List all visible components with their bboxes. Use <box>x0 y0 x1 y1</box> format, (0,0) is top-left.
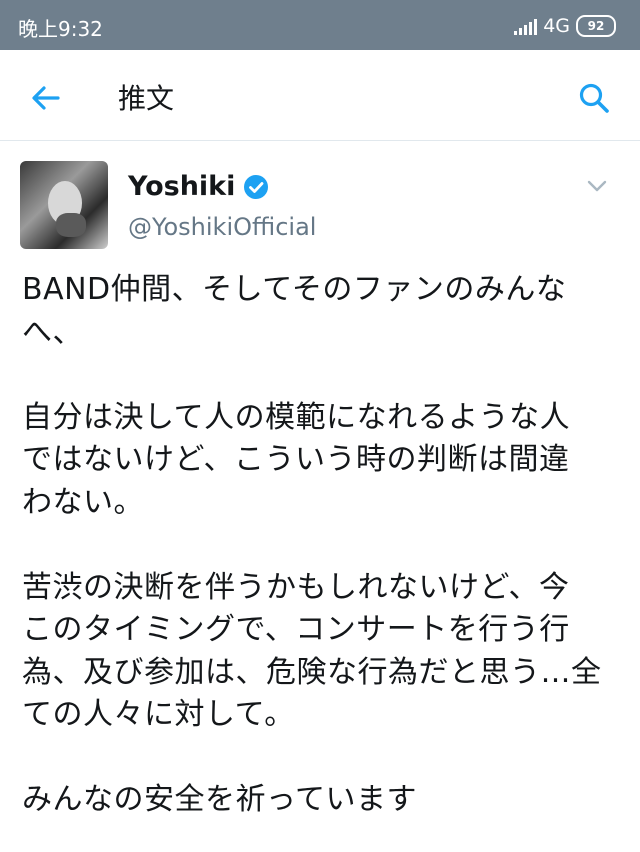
arrow-left-icon[interactable] <box>28 80 64 116</box>
chevron-down-icon[interactable] <box>586 179 608 193</box>
network-type: 4G <box>543 15 570 37</box>
author-name[interactable]: Yoshiki <box>128 171 235 202</box>
search-icon[interactable] <box>576 80 612 116</box>
app-bar: 推文 <box>0 50 640 141</box>
tweet-text: BAND仲間、そしてそのファンのみんな へ、 自分は決して人の模範になれるような… <box>22 272 602 817</box>
status-bar: 晚上9:32 4G 92 <box>0 0 640 50</box>
battery-icon: 92 <box>576 15 616 37</box>
status-indicators: 4G 92 <box>514 13 616 39</box>
author-handle[interactable]: @YoshikiOfficial <box>128 213 316 241</box>
avatar[interactable] <box>20 161 108 249</box>
author-name-row: Yoshiki <box>128 171 269 202</box>
battery-level: 92 <box>587 19 605 33</box>
verified-badge-icon <box>244 174 269 199</box>
status-time: 晚上9:32 <box>18 17 103 41</box>
page-title: 推文 <box>118 82 175 115</box>
tweet-card: Yoshiki @YoshikiOfficial BAND仲間、そしてそのファン… <box>0 141 640 852</box>
signal-icon <box>514 17 538 35</box>
